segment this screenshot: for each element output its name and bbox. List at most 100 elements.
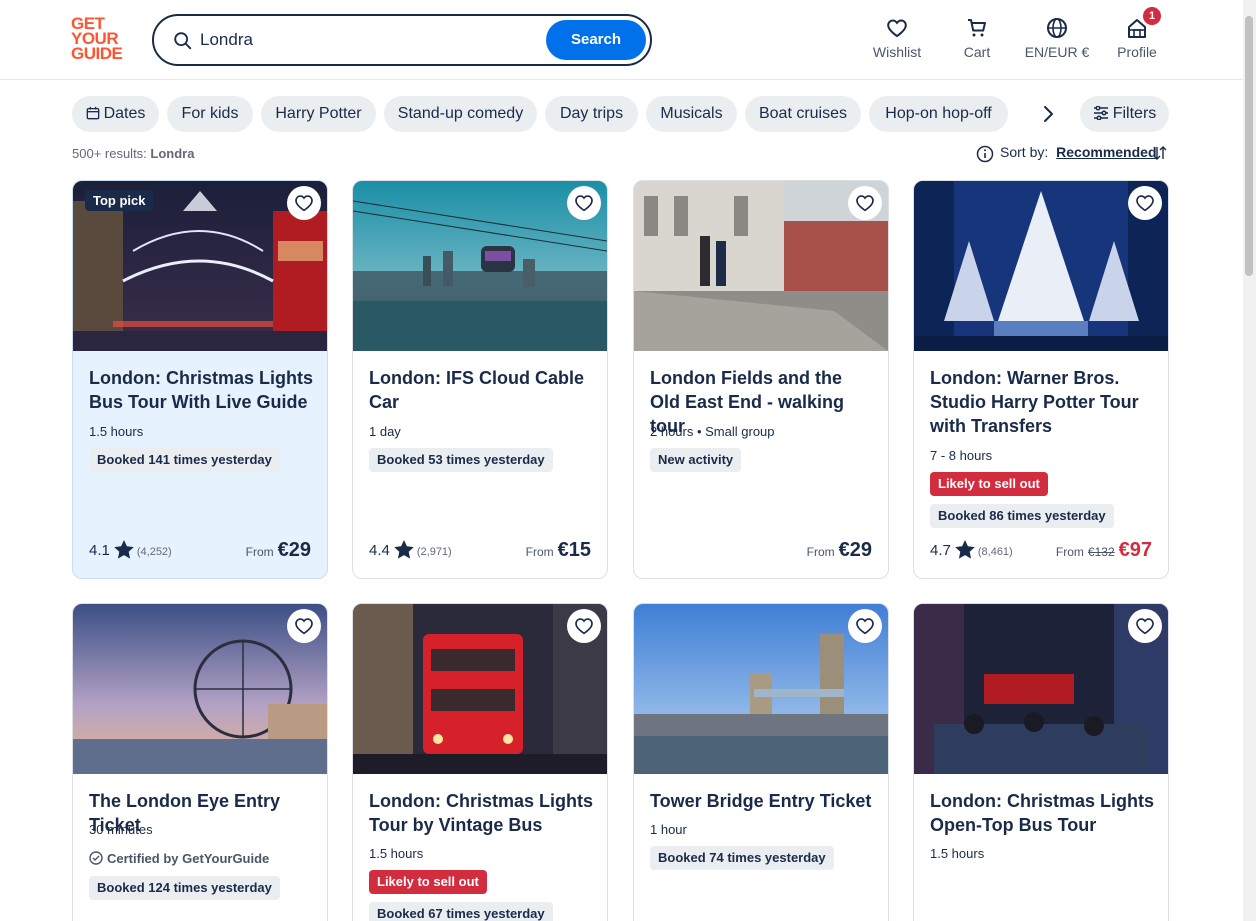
- page-scrollbar[interactable]: [1243, 0, 1256, 921]
- wishlist-button[interactable]: [567, 609, 601, 643]
- sort-arrows-icon: [1153, 146, 1167, 160]
- nav-profile-label: Profile: [1117, 44, 1157, 60]
- chip-day-trips[interactable]: Day trips: [545, 96, 638, 132]
- likely-to-sell-out-tag: Likely to sell out: [930, 472, 1048, 496]
- activity-card[interactable]: Top pick London: Christmas Lights Bus To…: [72, 180, 328, 579]
- filters-label: Filters: [1112, 105, 1157, 122]
- wishlist-button[interactable]: [1128, 186, 1162, 220]
- nav-language-label: EN/EUR €: [1024, 44, 1090, 60]
- price-value: €29: [838, 539, 872, 561]
- booked-tag: Booked 74 times yesterday: [650, 846, 834, 870]
- price-from-label: From: [525, 545, 554, 559]
- rating-value: 4.4: [369, 542, 390, 559]
- chip-harry-potter[interactable]: Harry Potter: [261, 96, 376, 132]
- activity-title[interactable]: London: Christmas Lights Tour by Vintage…: [369, 789, 595, 837]
- chip-dates[interactable]: Dates: [72, 96, 159, 132]
- chip-stand-up-comedy[interactable]: Stand-up comedy: [384, 96, 537, 132]
- results-count-text: 500+ results:: [72, 146, 147, 161]
- wishlist-button[interactable]: [287, 609, 321, 643]
- review-count: (8,461): [977, 546, 1013, 558]
- activity-duration: 2 hours • Small group: [650, 424, 775, 439]
- sort-control[interactable]: Sort by: Recommended: [976, 144, 1167, 163]
- nav-language[interactable]: EN/EUR €: [1017, 16, 1097, 60]
- rating-value: 4.1: [89, 542, 110, 559]
- wishlist-button[interactable]: [567, 186, 601, 220]
- certified-badge: Certified by GetYourGuide: [89, 851, 269, 866]
- booked-tag: Booked 141 times yesterday: [89, 448, 280, 472]
- activity-title[interactable]: Tower Bridge Entry Ticket: [650, 789, 876, 813]
- nav-cart-label: Cart: [963, 44, 991, 60]
- price-from-label: From: [1055, 545, 1084, 559]
- chip-dates-label: Dates: [103, 105, 146, 122]
- wishlist-button[interactable]: [287, 186, 321, 220]
- activity-card[interactable]: Tower Bridge Entry Ticket 1 hour Booked …: [633, 603, 889, 921]
- results-query: Londra: [150, 146, 195, 161]
- rating-value: 4.7: [930, 542, 951, 559]
- info-icon: [976, 145, 994, 163]
- heart-icon: [295, 618, 313, 635]
- activity-title[interactable]: London: Warner Bros. Studio Harry Potter…: [930, 366, 1156, 438]
- sort-value[interactable]: Recommended: [1056, 144, 1156, 160]
- globe-icon: [1047, 18, 1067, 38]
- new-activity-tag: New activity: [650, 448, 742, 472]
- heart-icon: [575, 618, 593, 635]
- chips-fade: [1010, 96, 1030, 132]
- nav-wishlist[interactable]: Wishlist: [857, 16, 937, 60]
- nav-profile[interactable]: Profile 1: [1097, 7, 1177, 60]
- star-icon: [114, 540, 134, 559]
- chevron-right-icon[interactable]: [1036, 102, 1060, 126]
- review-count: (2,971): [416, 546, 452, 558]
- activity-title[interactable]: London: Christmas Lights Open-Top Bus To…: [930, 789, 1156, 837]
- activity-card[interactable]: The London Eye Entry Ticket 30 minutes C…: [72, 603, 328, 921]
- booked-tag: Booked 67 times yesterday: [369, 902, 553, 921]
- price-value: €15: [557, 539, 591, 561]
- price: From €15: [526, 539, 591, 562]
- certified-label: Certified by GetYourGuide: [107, 851, 270, 866]
- star-icon: [955, 540, 975, 559]
- chip-for-kids[interactable]: For kids: [167, 96, 253, 132]
- likely-to-sell-out-tag: Likely to sell out: [369, 870, 487, 894]
- heart-icon: [856, 618, 874, 635]
- activity-card[interactable]: London: Warner Bros. Studio Harry Potter…: [913, 180, 1169, 579]
- chip-hop-on-hop-off[interactable]: Hop-on hop-off: [869, 96, 1008, 132]
- activity-card[interactable]: London: Christmas Lights Tour by Vintage…: [352, 603, 608, 921]
- star-icon: [394, 540, 414, 559]
- heart-icon: [1136, 195, 1154, 212]
- booked-tag: Booked 86 times yesterday: [930, 504, 1114, 528]
- activity-card[interactable]: London Fields and the Old East End - wal…: [633, 180, 889, 579]
- wishlist-button[interactable]: [848, 609, 882, 643]
- activity-duration: 1 day: [369, 424, 401, 439]
- heart-icon: [1136, 618, 1154, 635]
- heart-icon: [856, 195, 874, 212]
- original-price: €132: [1087, 545, 1115, 559]
- activity-duration: 1.5 hours: [89, 424, 144, 439]
- price: From €29: [246, 539, 311, 562]
- wishlist-button[interactable]: [848, 186, 882, 220]
- booked-tag: Booked 53 times yesterday: [369, 448, 553, 472]
- activity-card[interactable]: London: Christmas Lights Open-Top Bus To…: [913, 603, 1169, 921]
- search-input[interactable]: [200, 26, 530, 54]
- search-bar: Search: [152, 14, 652, 66]
- chip-boat-cruises[interactable]: Boat cruises: [745, 96, 861, 132]
- getyourguide-logo[interactable]: GET YOUR GUIDE: [71, 15, 131, 64]
- activity-duration: 7 - 8 hours: [930, 448, 993, 463]
- activity-title[interactable]: London: IFS Cloud Cable Car: [369, 366, 595, 414]
- top-pick-badge: Top pick: [85, 190, 154, 211]
- calendar-icon: [86, 106, 99, 120]
- search-icon: [174, 32, 192, 50]
- nav-cart[interactable]: Cart: [937, 16, 1017, 60]
- filters-button[interactable]: Filters: [1080, 96, 1169, 132]
- sort-label: Sort by:: [1000, 144, 1049, 160]
- site-header: GET YOUR GUIDE Search Wishlist Cart EN/E…: [0, 0, 1256, 80]
- scrollbar-thumb[interactable]: [1245, 16, 1253, 276]
- heart-icon: [295, 195, 313, 212]
- chip-musicals[interactable]: Musicals: [646, 96, 737, 132]
- review-count: (4,252): [136, 546, 172, 558]
- activity-title[interactable]: London: Christmas Lights Bus Tour With L…: [89, 366, 315, 414]
- activity-card[interactable]: London: IFS Cloud Cable Car 1 day Booked…: [352, 180, 608, 579]
- price-value: €29: [277, 539, 311, 561]
- booked-tag: Booked 124 times yesterday: [89, 876, 280, 900]
- price: From €132 €97: [1056, 539, 1152, 562]
- wishlist-button[interactable]: [1128, 609, 1162, 643]
- search-button[interactable]: Search: [546, 20, 646, 60]
